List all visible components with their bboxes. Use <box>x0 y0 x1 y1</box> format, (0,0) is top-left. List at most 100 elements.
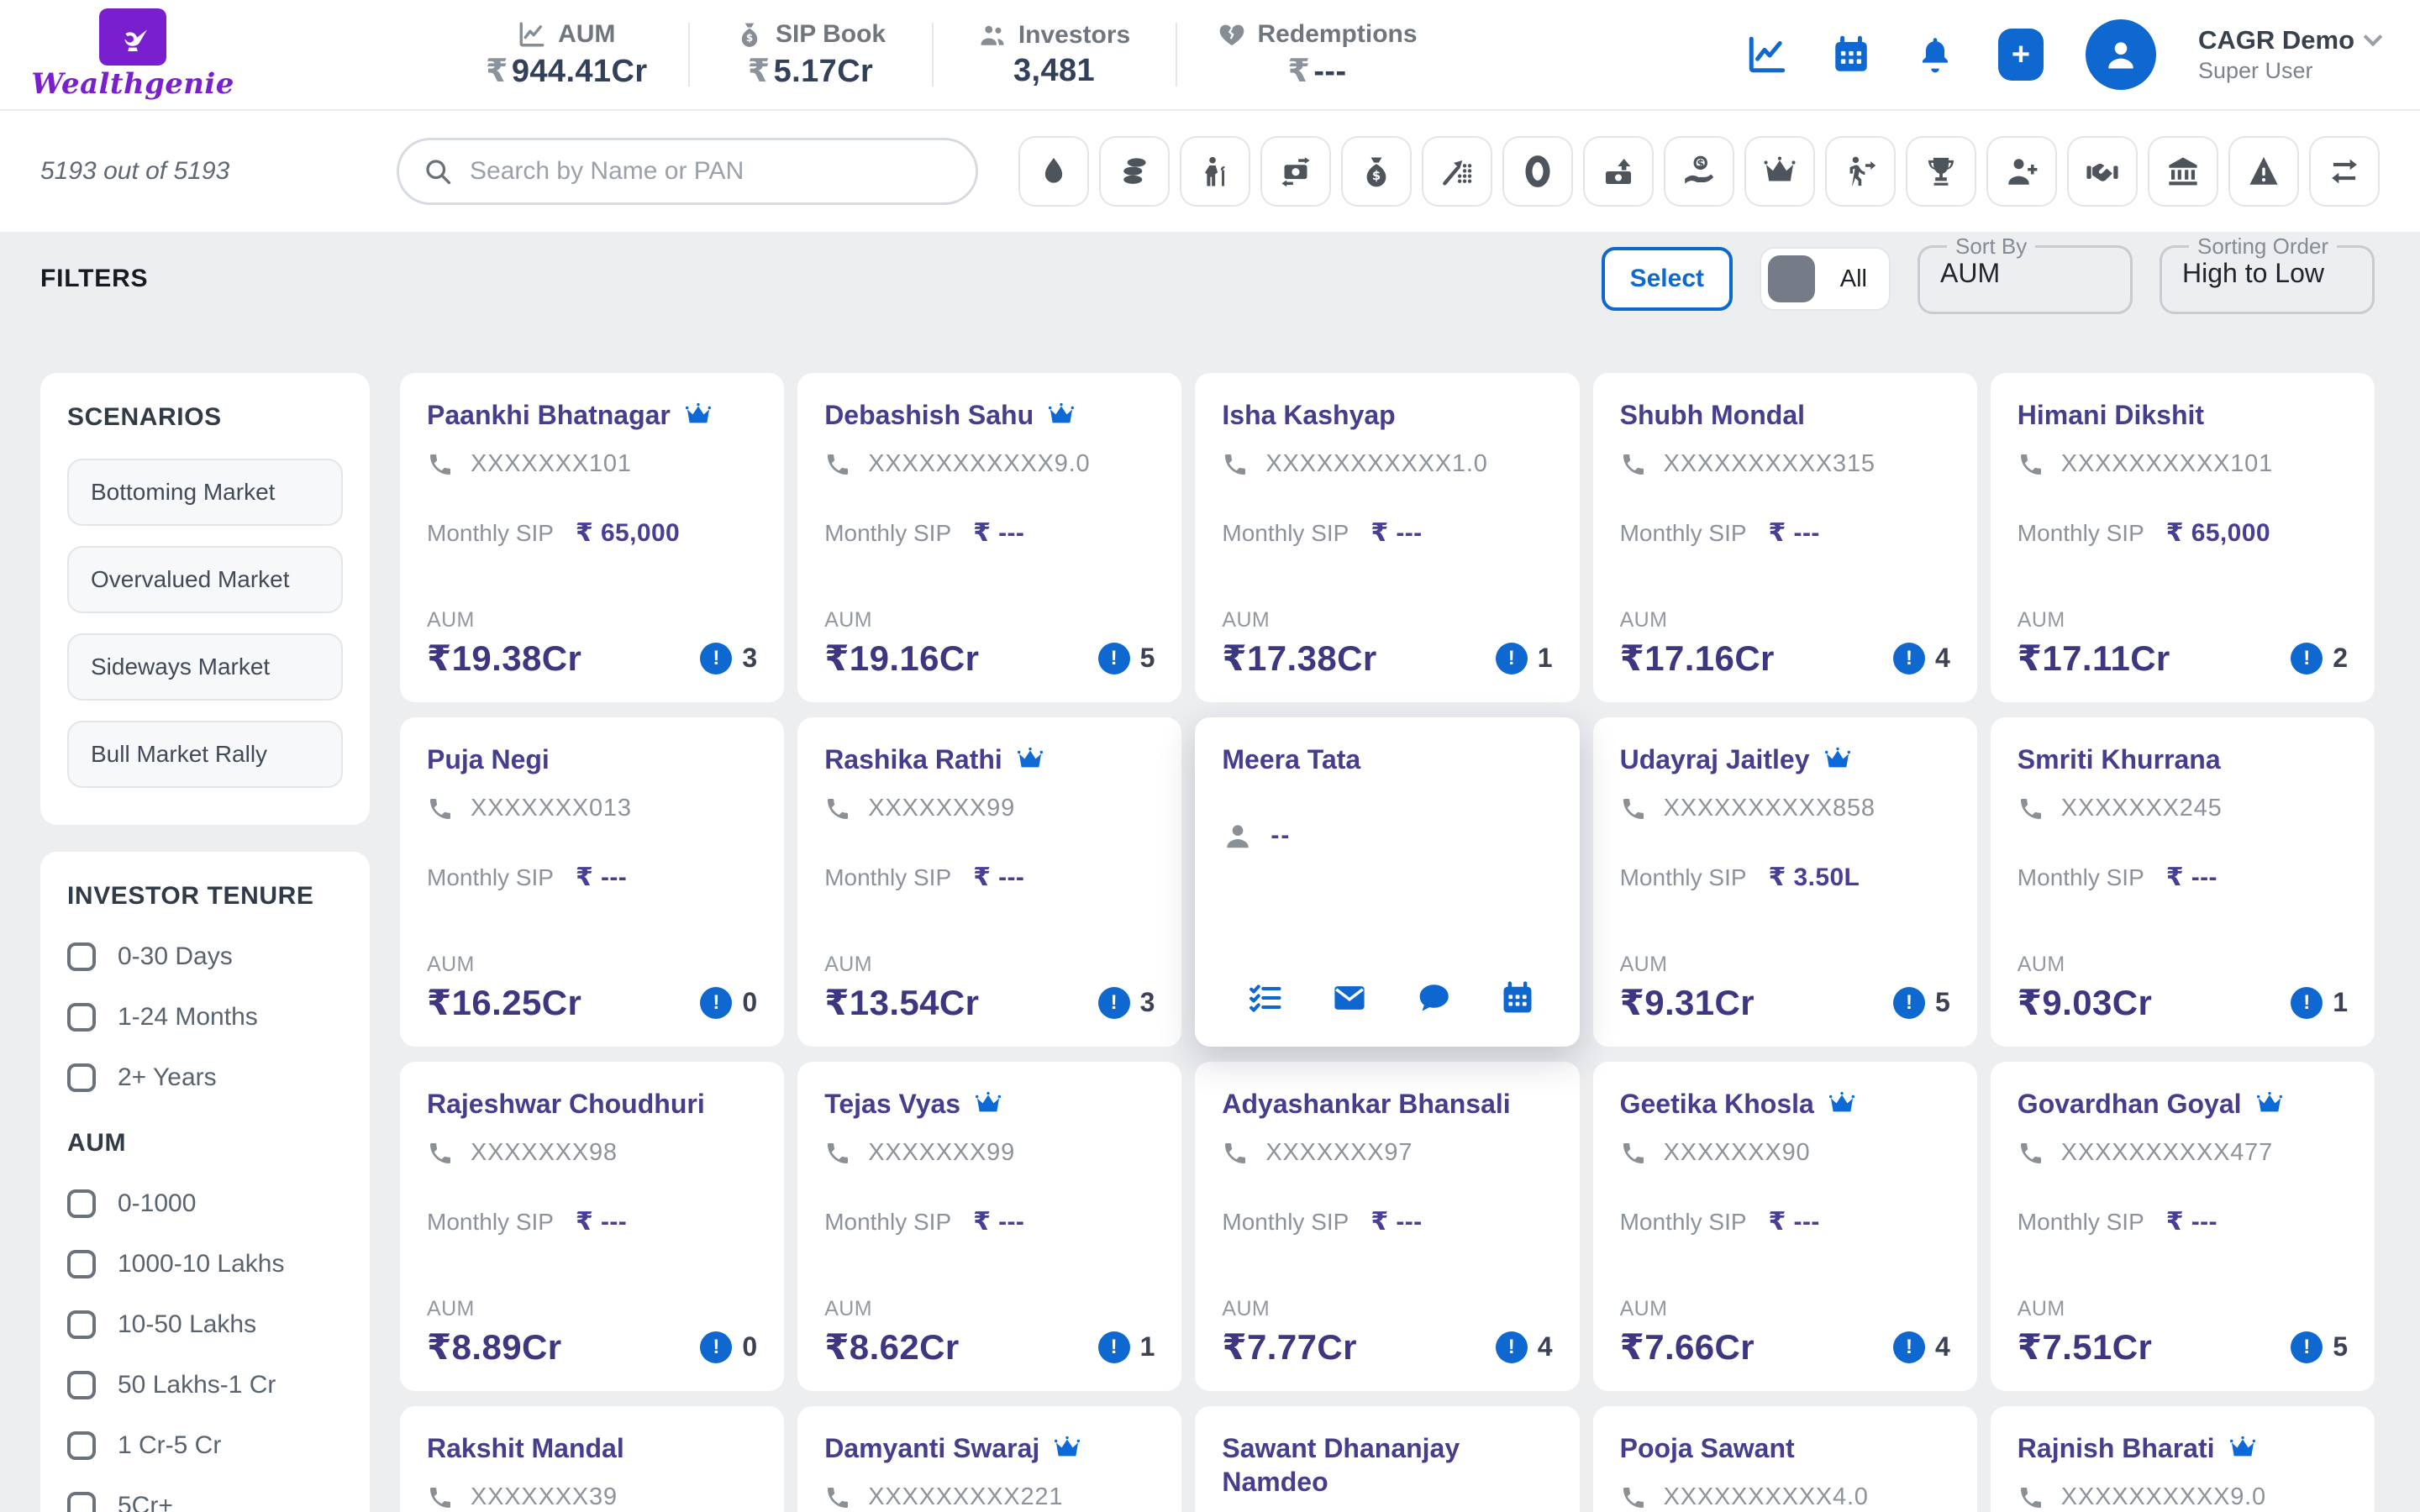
money-bag-filter-button[interactable]: $ <box>1341 136 1412 207</box>
cash-transaction-filter-button[interactable] <box>1260 136 1331 207</box>
calendar-icon[interactable] <box>1830 34 1872 76</box>
checkbox-option[interactable]: 50 Lakhs-1 Cr <box>67 1371 343 1399</box>
checkbox[interactable] <box>67 1003 96 1032</box>
checkbox-option[interactable]: 0-1000 <box>67 1189 343 1218</box>
trophy-filter-button[interactable] <box>1906 136 1976 207</box>
masked-contact: XXXXXXX90 <box>1664 1139 1811 1167</box>
svg-text:$: $ <box>746 31 753 43</box>
checkbox-option[interactable]: 2+ Years <box>67 1063 343 1092</box>
sort-by-label: Sort By <box>1947 234 2035 260</box>
checkbox[interactable] <box>67 1310 96 1339</box>
investor-card[interactable]: Sawant Dhananjay Namdeo <box>1195 1406 1579 1512</box>
investor-card[interactable]: Meera Tata-- <box>1195 717 1579 1047</box>
investor-card[interactable]: Rajeshwar ChoudhuriXXXXXXX98Monthly SIP₹… <box>400 1062 784 1391</box>
walk-exit-filter-button[interactable] <box>1825 136 1896 207</box>
investor-card[interactable]: Tejas VyasXXXXXXX99Monthly SIP₹ ---AUM₹8… <box>797 1062 1181 1391</box>
investor-name: Tejas Vyas <box>824 1087 960 1121</box>
senior-citizen-filter-button[interactable] <box>1180 136 1250 207</box>
masked-contact: XXXXXXX39 <box>471 1483 618 1511</box>
receive-money-filter-button[interactable]: $ <box>1664 136 1734 207</box>
investor-card[interactable]: Adyashankar BhansaliXXXXXXX97Monthly SIP… <box>1195 1062 1579 1391</box>
investor-card[interactable]: Shubh MondalXXXXXXXXXX315Monthly SIP₹ --… <box>1593 373 1977 702</box>
alert-count: 4 <box>1935 643 1950 674</box>
investor-card[interactable]: Smriti KhurranaXXXXXXX245Monthly SIP₹ --… <box>1991 717 2375 1047</box>
investor-card[interactable]: Rakshit MandalXXXXXXX39 <box>400 1406 784 1512</box>
masked-contact: XXXXXXX101 <box>471 450 632 478</box>
scenario-button[interactable]: Sideways Market <box>67 633 343 701</box>
aum-label: AUM <box>824 953 1155 977</box>
scenario-button[interactable]: Bull Market Rally <box>67 721 343 788</box>
phone-icon <box>1620 795 1647 822</box>
alert-badge-icon: ! <box>1893 643 1925 675</box>
scenario-button[interactable]: Overvalued Market <box>67 546 343 613</box>
bank-filter-button[interactable] <box>2148 136 2218 207</box>
all-toggle[interactable]: All <box>1760 247 1891 311</box>
investor-card[interactable]: Pooja SawantXXXXXXXXXX4.0 <box>1593 1406 1977 1512</box>
investor-name: Paankhi Bhatnagar <box>427 398 671 432</box>
alert-badge-icon: ! <box>700 1331 732 1363</box>
alert-badge-icon: ! <box>2291 643 2323 675</box>
monthly-sip-value: ₹ --- <box>1370 1207 1422 1236</box>
alert-badge-icon: ! <box>2291 987 2323 1019</box>
investor-card[interactable]: Debashish SahuXXXXXXXXXXX9.0Monthly SIP₹… <box>797 373 1181 702</box>
search-input[interactable] <box>470 157 952 186</box>
checkbox-option[interactable]: 1 Cr-5 Cr <box>67 1431 343 1460</box>
water-drop-filter-button[interactable] <box>1018 136 1089 207</box>
monthly-sip-value: ₹ --- <box>1769 518 1820 548</box>
swap-filter-button[interactable] <box>2309 136 2380 207</box>
select-button[interactable]: Select <box>1602 247 1733 311</box>
checkbox[interactable] <box>67 1189 96 1218</box>
checkbox[interactable] <box>67 1431 96 1460</box>
warning-filter-button[interactable] <box>2228 136 2299 207</box>
sort-by-select[interactable]: Sort By AUM <box>1918 234 2133 314</box>
aum-label: AUM <box>824 608 1155 633</box>
investor-card[interactable]: Isha KashyapXXXXXXXXXXX1.0Monthly SIP₹ -… <box>1195 373 1579 702</box>
aum-value: ₹19.16Cr <box>824 638 979 679</box>
sorting-order-select[interactable]: Sorting Order High to Low <box>2160 234 2375 314</box>
checkbox-label: 1000-10 Lakhs <box>118 1250 285 1278</box>
investor-card[interactable]: Govardhan GoyalXXXXXXXXXX477Monthly SIP₹… <box>1991 1062 2375 1391</box>
investor-card[interactable]: Puja NegiXXXXXXX013Monthly SIP₹ ---AUM₹1… <box>400 717 784 1047</box>
checkbox[interactable] <box>67 1492 96 1512</box>
cash-growth-filter-button[interactable] <box>1583 136 1654 207</box>
crown-filter-button[interactable] <box>1744 136 1815 207</box>
scenario-button[interactable]: Bottoming Market <box>67 459 343 526</box>
checkbox-option[interactable]: 10-50 Lakhs <box>67 1310 343 1339</box>
checkbox[interactable] <box>67 1371 96 1399</box>
brand-logo[interactable]: Wealthgenie <box>40 8 225 101</box>
checkbox[interactable] <box>67 1063 96 1092</box>
user-menu[interactable]: CAGR Demo Super User <box>2198 24 2380 86</box>
handshake-filter-button[interactable] <box>2067 136 2138 207</box>
investor-card[interactable]: Geetika KhoslaXXXXXXX90Monthly SIP₹ ---A… <box>1593 1062 1977 1391</box>
investor-card[interactable]: Udayraj JaitleyXXXXXXXXXX858Monthly SIP₹… <box>1593 717 1977 1047</box>
investor-card[interactable]: Paankhi BhatnagarXXXXXXX101Monthly SIP₹ … <box>400 373 784 702</box>
search-box[interactable] <box>397 138 978 205</box>
aum-value: ₹16.25Cr <box>427 982 581 1023</box>
coins-filter-button[interactable] <box>1099 136 1170 207</box>
zero-badge-filter-button[interactable] <box>1502 136 1573 207</box>
analytics-icon[interactable] <box>1746 34 1788 76</box>
mail-action-icon[interactable] <box>1331 979 1368 1016</box>
checkbox[interactable] <box>67 1250 96 1278</box>
checkbox-option[interactable]: 1000-10 Lakhs <box>67 1250 343 1278</box>
checklist-action-icon[interactable] <box>1247 979 1284 1016</box>
checkbox-option[interactable]: 1-24 Months <box>67 1003 343 1032</box>
user-avatar[interactable] <box>2086 19 2156 90</box>
notifications-bell-icon[interactable] <box>1914 34 1956 76</box>
checkbox-option[interactable]: 0-30 Days <box>67 942 343 971</box>
checkbox[interactable] <box>67 942 96 971</box>
chat-action-icon[interactable] <box>1415 979 1452 1016</box>
phone-icon <box>1222 451 1249 478</box>
monthly-sip-value: ₹ 3.50L <box>1769 863 1860 892</box>
aum-label: AUM <box>427 953 757 977</box>
add-button[interactable]: + <box>1998 29 2044 81</box>
monthly-sip-label: Monthly SIP <box>1222 1209 1349 1236</box>
checkbox-option[interactable]: 5Cr+ <box>67 1492 343 1512</box>
sip-dots-filter-button[interactable] <box>1422 136 1492 207</box>
investor-card[interactable]: Rashika RathiXXXXXXX99Monthly SIP₹ ---AU… <box>797 717 1181 1047</box>
calendar-action-icon[interactable] <box>1499 979 1536 1016</box>
investor-card[interactable]: Damyanti SwarajXXXXXXXXX221 <box>797 1406 1181 1512</box>
investor-card[interactable]: Himani DikshitXXXXXXXXXX101Monthly SIP₹ … <box>1991 373 2375 702</box>
person-add-filter-button[interactable] <box>1986 136 2057 207</box>
investor-card[interactable]: Rajnish BharatiXXXXXXXXXX9.0 <box>1991 1406 2375 1512</box>
